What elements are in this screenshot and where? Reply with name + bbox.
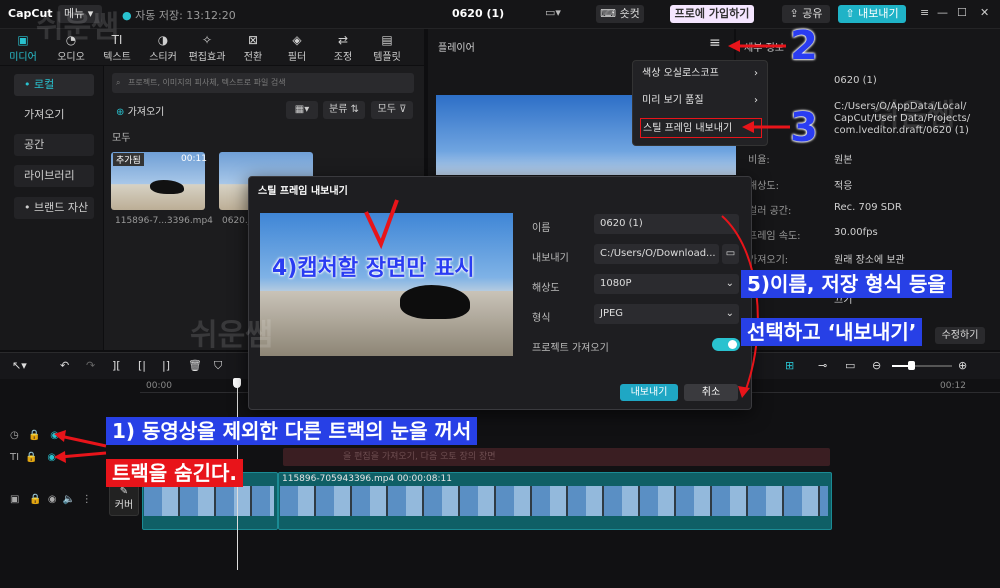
annotation-step-1-line1: 1) 동영상을 제외한 다른 트랙의 눈을 꺼서 [106, 417, 478, 445]
watermark: 쉬운쌤 [190, 318, 273, 353]
arrow-to-audio-eye [59, 434, 107, 448]
annotation-step-5-line1: 5)이름, 저장 형식 등을 [741, 270, 952, 298]
annotation-step-2: 2 [790, 23, 818, 69]
annotation-step-4: 4)캡처할 장면만 표시 [272, 256, 475, 281]
arrow-head-audio-eye [54, 430, 66, 442]
curve-arrow-head [738, 386, 750, 398]
annotation-step-1-line2: 트랙을 숨긴다. [106, 459, 243, 487]
arrow-to-text-eye [59, 451, 107, 459]
arrow-head-export-still [742, 121, 754, 133]
annotation-step-5-line2: 선택하고 ‘내보내기’ [741, 318, 923, 346]
watermark: 쉬운쌤 [872, 98, 955, 133]
annotation-step-3: 3 [790, 105, 818, 151]
curve-arrow-dialog [721, 215, 759, 393]
checkmark-mark [364, 199, 399, 250]
arrow-head-menu [728, 40, 740, 52]
watermark: 쉬운쌤 [36, 10, 119, 45]
arrow-head-text-eye [54, 451, 66, 463]
